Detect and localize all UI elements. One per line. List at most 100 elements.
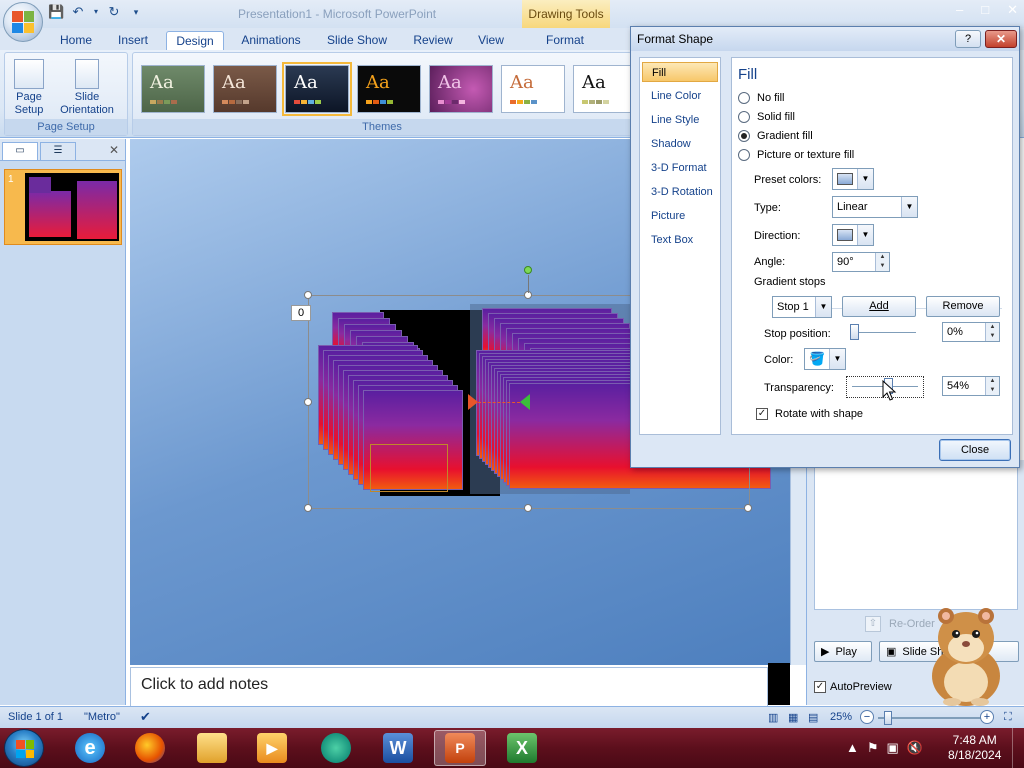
stop-position-slider[interactable]	[854, 332, 916, 333]
type-dropdown[interactable]: Linear ▼	[832, 196, 918, 218]
show-desktop-button[interactable]	[1012, 728, 1024, 768]
taskbar-excel[interactable]: X	[496, 730, 548, 766]
dialog-close-icon[interactable]: ✕	[985, 30, 1017, 48]
slide-orientation-button[interactable]: Slide Orientation	[51, 59, 123, 117]
taskbar-powerpoint[interactable]: P	[434, 730, 486, 766]
tab-animations[interactable]: Animations	[232, 31, 310, 50]
remove-stop-button[interactable]: Remove	[926, 296, 1000, 317]
taskbar-file-explorer[interactable]	[186, 730, 238, 766]
solid-fill-radio[interactable]: Solid fill	[738, 111, 795, 123]
notes-pane[interactable]: Click to add notes	[130, 667, 768, 707]
network-icon[interactable]: ▣	[887, 740, 899, 756]
autopreview-checkbox[interactable]: ✓ AutoPreview	[814, 681, 892, 693]
close-icon[interactable]: ✕	[109, 143, 119, 157]
rotation-handle[interactable]	[524, 266, 532, 274]
taskbar-media-player[interactable]: ▶	[246, 730, 298, 766]
zoom-slider-knob[interactable]	[884, 711, 892, 725]
undo-icon[interactable]: ↶	[70, 4, 86, 20]
theme-thumbnail[interactable]: Aa	[213, 65, 277, 113]
spinner-arrows-icon[interactable]: ▲ ▼	[985, 323, 999, 341]
taskbar-browser[interactable]	[310, 730, 362, 766]
stop-position-knob[interactable]	[850, 324, 859, 340]
taskbar-word[interactable]: W	[372, 730, 424, 766]
spelling-check-icon[interactable]: ✔	[140, 709, 151, 725]
resize-handle[interactable]	[304, 398, 312, 406]
volume-muted-icon[interactable]: 🔇	[907, 740, 923, 756]
page-setup-button[interactable]: Page Setup	[9, 59, 49, 117]
maximize-icon[interactable]: □	[981, 2, 989, 18]
start-button[interactable]	[4, 729, 44, 767]
hamster-assistant-icon[interactable]	[920, 604, 1012, 708]
theme-thumbnail[interactable]: Aa	[141, 65, 205, 113]
outline-tab[interactable]: ☰	[40, 142, 76, 160]
resize-handle[interactable]	[524, 504, 532, 512]
undo-dropdown-icon[interactable]: ▾	[92, 4, 100, 20]
category-3d-rotation[interactable]: 3-D Rotation	[642, 182, 718, 202]
zoom-level[interactable]: 25%	[830, 711, 852, 723]
tab-review[interactable]: Review	[406, 31, 460, 50]
category-text-box[interactable]: Text Box	[642, 230, 718, 250]
dialog-title-bar[interactable]: Format Shape ? ✕	[631, 27, 1019, 51]
slide-show-view-icon[interactable]: ▤	[808, 711, 818, 724]
resize-handle[interactable]	[304, 291, 312, 299]
resize-handle[interactable]	[304, 504, 312, 512]
system-clock[interactable]: 7:48 AM 8/18/2024	[948, 733, 1001, 763]
category-shadow[interactable]: Shadow	[642, 134, 718, 154]
slides-tab[interactable]: ▭	[2, 142, 38, 160]
category-fill[interactable]: Fill	[642, 62, 718, 82]
normal-view-icon[interactable]: ▥	[768, 711, 778, 724]
theme-thumbnail-selected[interactable]: Aa	[282, 62, 352, 116]
tab-insert[interactable]: Insert	[110, 31, 156, 50]
gradient-end-marker-icon[interactable]	[520, 394, 530, 410]
play-button[interactable]: ▶ Play	[814, 641, 872, 662]
show-hidden-icons-icon[interactable]: ▲	[846, 740, 859, 756]
tab-view[interactable]: View	[470, 31, 512, 50]
category-line-style[interactable]: Line Style	[642, 110, 718, 130]
transparency-spinner[interactable]: 54% ▲ ▼	[942, 376, 1000, 396]
slide-thumbnail-selected[interactable]: 1	[4, 169, 122, 245]
tab-format[interactable]: Format	[530, 31, 600, 50]
move-up-icon[interactable]: ⇧	[865, 616, 881, 632]
tab-design[interactable]: Design	[166, 31, 224, 50]
minimize-icon[interactable]: –	[956, 2, 963, 18]
preset-colors-dropdown[interactable]: ▼	[832, 168, 874, 190]
gradient-stop-dropdown[interactable]: Stop 1 ▼	[772, 296, 832, 318]
close-icon[interactable]: ✕	[1007, 2, 1018, 18]
tab-home[interactable]: Home	[52, 31, 100, 50]
fit-to-window-icon[interactable]: ⛶	[1004, 711, 1012, 724]
tab-slide-show[interactable]: Slide Show	[320, 31, 394, 50]
gradient-start-marker-icon[interactable]	[468, 394, 478, 410]
action-center-flag-icon[interactable]: ⚑	[867, 740, 879, 756]
theme-thumbnail[interactable]: Aa	[429, 65, 493, 113]
no-fill-radio[interactable]: No fill	[738, 92, 785, 104]
angle-spinner[interactable]: 90° ▲ ▼	[832, 252, 890, 272]
help-button[interactable]: ?	[955, 30, 981, 48]
category-3d-format[interactable]: 3-D Format	[642, 158, 718, 178]
rotate-with-shape-checkbox[interactable]: ✓ Rotate with shape	[756, 408, 863, 420]
category-picture[interactable]: Picture	[642, 206, 718, 226]
zoom-in-icon[interactable]: +	[980, 710, 994, 724]
taskbar-internet-explorer[interactable]: e	[64, 730, 116, 766]
zoom-out-icon[interactable]: −	[860, 710, 874, 724]
category-line-color[interactable]: Line Color	[642, 86, 718, 106]
add-stop-button[interactable]: Add	[842, 296, 916, 317]
dialog-close-button[interactable]: Close	[939, 439, 1011, 461]
animation-list[interactable]	[814, 464, 1018, 610]
theme-thumbnail[interactable]: Aa	[501, 65, 565, 113]
zoom-slider[interactable]	[878, 717, 982, 719]
stop-position-spinner[interactable]: 0% ▲ ▼	[942, 322, 1000, 342]
gradient-fill-radio[interactable]: Gradient fill	[738, 130, 813, 142]
slide-sorter-icon[interactable]: ▦	[788, 711, 798, 724]
spinner-arrows-icon[interactable]: ▲ ▼	[985, 377, 999, 395]
customize-qat-icon[interactable]: ▾	[128, 4, 144, 20]
picture-texture-fill-radio[interactable]: Picture or texture fill	[738, 149, 854, 161]
spinner-arrows-icon[interactable]: ▲ ▼	[875, 253, 889, 271]
redo-icon[interactable]: ↻	[106, 4, 122, 20]
theme-thumbnail[interactable]: Aa	[357, 65, 421, 113]
taskbar-firefox[interactable]	[124, 730, 176, 766]
office-button[interactable]	[3, 2, 43, 42]
resize-handle[interactable]	[744, 504, 752, 512]
save-icon[interactable]: 💾	[48, 4, 64, 20]
direction-dropdown[interactable]: ▼	[832, 224, 874, 246]
color-picker-dropdown[interactable]: 🪣 ▼	[804, 348, 846, 370]
